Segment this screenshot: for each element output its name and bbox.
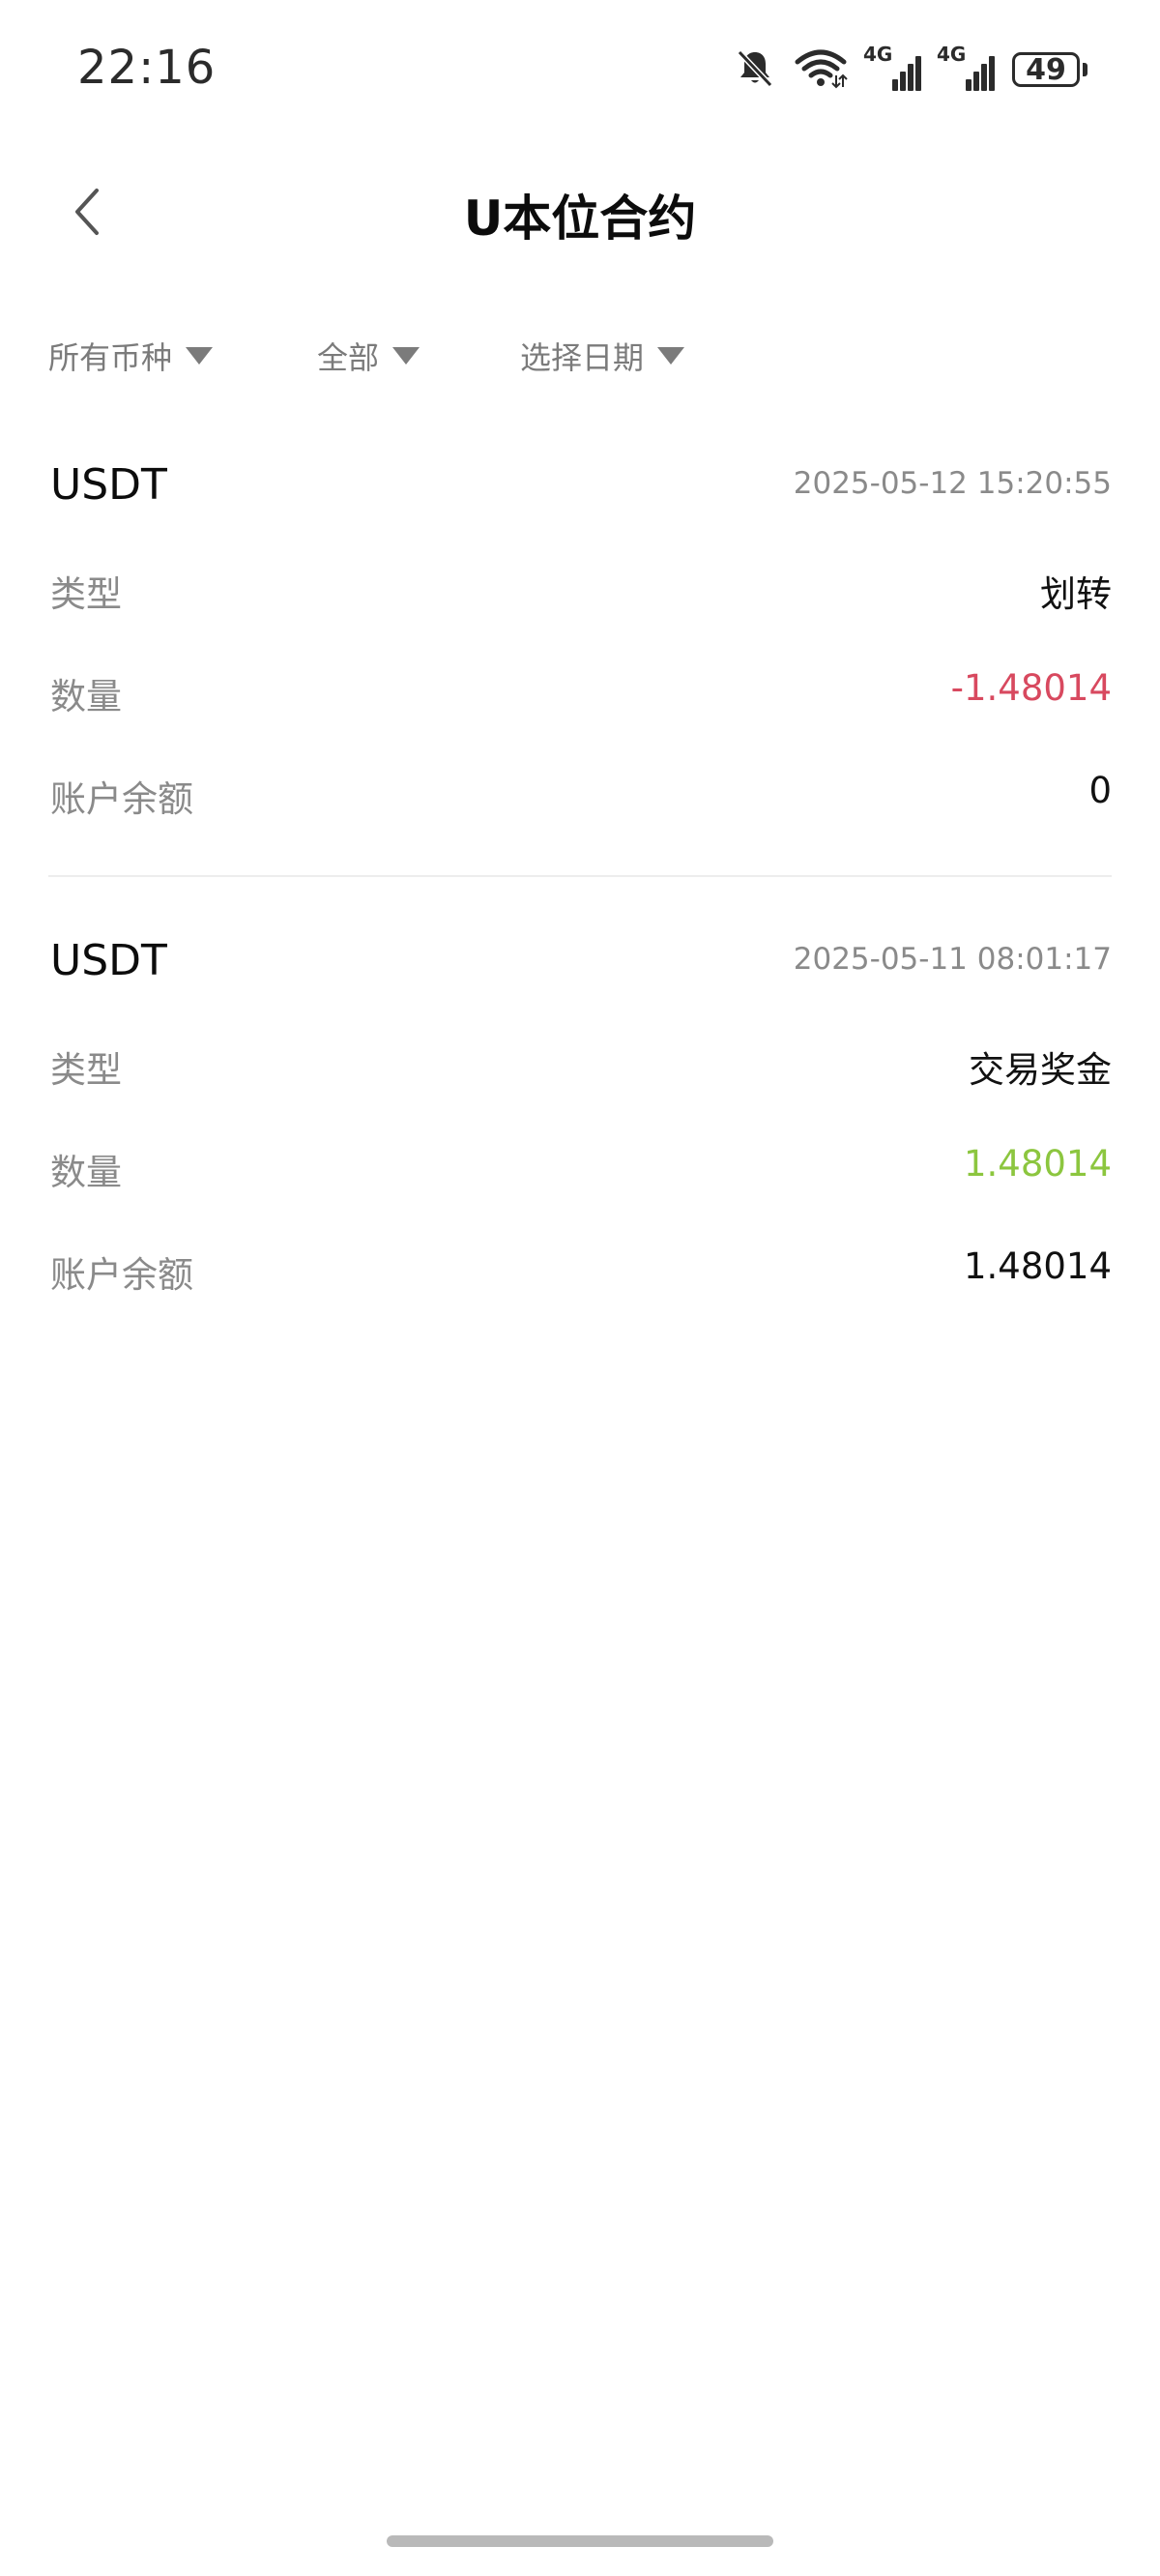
signal-4g-icon: 4G <box>937 43 995 91</box>
record-header: USDT 2025-05-12 15:20:55 <box>50 460 1112 518</box>
row-label: 账户余额 <box>50 778 193 820</box>
network-type-label: 4G <box>937 43 967 66</box>
status-icons: 4G 4G 49 <box>734 41 1088 99</box>
battery-level: 49 <box>1012 52 1080 87</box>
row-label: 数量 <box>50 676 122 717</box>
header: U本位合约 <box>0 164 1160 261</box>
record-time: 2025-05-11 08:01:17 <box>793 942 1112 977</box>
filter-date[interactable]: 选择日期 <box>520 327 685 385</box>
amount-value-negative: -1.48014 <box>950 667 1112 709</box>
row-label: 类型 <box>50 573 122 615</box>
record-row-balance: 账户余额 0 <box>50 770 1112 828</box>
row-label: 数量 <box>50 1152 122 1193</box>
network-type-label: 4G <box>863 43 893 66</box>
record-currency: USDT <box>50 936 167 985</box>
record-row-type: 类型 划转 <box>50 565 1112 623</box>
row-label: 账户余额 <box>50 1254 193 1296</box>
row-value: 划转 <box>1040 573 1112 615</box>
divider <box>48 875 1112 877</box>
filter-currency[interactable]: 所有币种 <box>48 327 214 385</box>
record-header: USDT 2025-05-11 08:01:17 <box>50 936 1112 994</box>
home-indicator[interactable] <box>387 2535 773 2547</box>
status-bar: 22:16 4G 4G 49 <box>0 0 1160 145</box>
filter-label: 全部 <box>317 339 380 376</box>
status-time: 22:16 <box>77 41 217 95</box>
record-row-amount: 数量 -1.48014 <box>50 667 1112 725</box>
record-row-type: 类型 交易奖金 <box>50 1040 1112 1098</box>
row-label: 类型 <box>50 1049 122 1091</box>
row-value: 交易奖金 <box>969 1049 1112 1091</box>
filter-type[interactable]: 全部 <box>317 327 420 385</box>
record-currency: USDT <box>50 460 167 510</box>
wifi-icon <box>794 46 848 93</box>
row-value: 1.48014 <box>963 1245 1112 1287</box>
battery-icon: 49 <box>1012 52 1088 87</box>
caret-down-icon <box>657 347 685 365</box>
caret-down-icon <box>392 347 420 365</box>
filter-label: 选择日期 <box>520 339 645 376</box>
row-value: 0 <box>1088 770 1112 811</box>
record-row-balance: 账户余额 1.48014 <box>50 1245 1112 1303</box>
amount-value-positive: 1.48014 <box>963 1143 1112 1185</box>
page-title: U本位合约 <box>463 190 697 247</box>
caret-down-icon <box>186 347 214 365</box>
record-row-amount: 数量 1.48014 <box>50 1143 1112 1201</box>
filter-label: 所有币种 <box>48 339 173 376</box>
record-time: 2025-05-12 15:20:55 <box>793 466 1112 501</box>
signal-4g-icon: 4G <box>863 43 921 91</box>
bell-off-icon <box>734 46 776 93</box>
